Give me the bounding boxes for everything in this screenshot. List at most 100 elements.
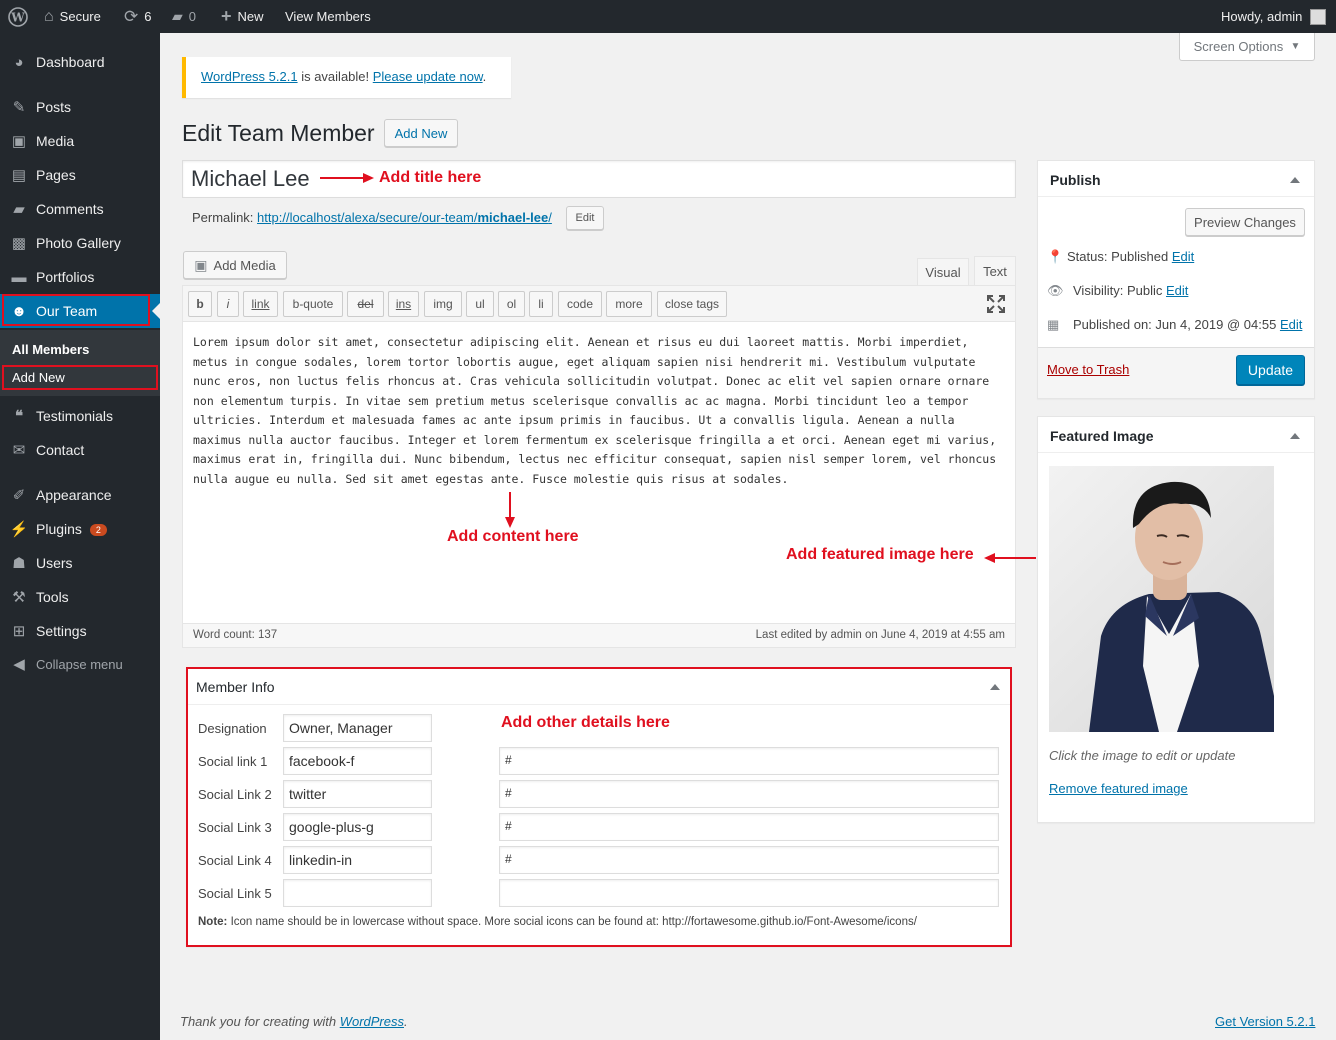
highlight-box-our-team xyxy=(2,294,150,326)
remove-featured-image-link[interactable]: Remove featured image xyxy=(1049,781,1188,796)
featured-image-title[interactable]: Featured Image xyxy=(1038,417,1314,453)
quicktag-close-tags-button[interactable]: close tags xyxy=(657,291,727,317)
editor-textarea[interactable]: Lorem ipsum dolor sit amet, consectetur … xyxy=(193,333,1008,613)
quicktag-ol-button[interactable]: ol xyxy=(498,291,525,317)
social-link-4-icon-input[interactable]: linkedin-in xyxy=(283,846,432,874)
sidebar-item-posts[interactable]: ✎ Posts xyxy=(0,90,160,124)
quicktag-bold-button[interactable]: b xyxy=(188,291,212,317)
collapse-arrow-icon[interactable] xyxy=(990,684,1000,690)
designation-label: Designation xyxy=(198,721,267,736)
social-link-5-icon-input[interactable] xyxy=(283,879,432,907)
settings-icon: ⊞ xyxy=(12,623,26,640)
social-link-2-icon-input[interactable]: twitter xyxy=(283,780,432,808)
sidebar-item-testimonials[interactable]: ❝ Testimonials xyxy=(0,399,160,433)
quicktag-del-button[interactable]: del xyxy=(347,291,384,317)
my-account[interactable]: Howdy, admin xyxy=(1221,0,1327,33)
collapse-arrow-icon[interactable] xyxy=(1290,433,1300,439)
social-link-2-url-input[interactable]: # xyxy=(499,780,999,808)
submenu-all-members[interactable]: All Members xyxy=(12,342,89,357)
visibility-edit-link[interactable]: Edit xyxy=(1166,283,1188,298)
member-info-divider xyxy=(188,704,1010,705)
sidebar-item-plugins[interactable]: ⚡ Plugins 2 xyxy=(0,512,160,546)
media-icon: ▣ xyxy=(11,133,27,150)
social-link-1-url-input[interactable]: # xyxy=(499,747,999,775)
new-content-link[interactable]: + New xyxy=(221,0,264,33)
mail-icon: ✉ xyxy=(12,442,26,459)
sidebar-item-tools[interactable]: ⚒ Tools xyxy=(0,580,160,614)
arrow-left-icon xyxy=(984,553,1036,563)
move-to-trash-link[interactable]: Move to Trash xyxy=(1047,362,1129,377)
quicktag-img-button[interactable]: img xyxy=(424,291,462,317)
designation-input[interactable]: Owner, Manager xyxy=(283,714,432,742)
member-info-title[interactable]: Member Info xyxy=(188,669,1010,705)
site-name-link[interactable]: ⌂ Secure xyxy=(44,0,101,33)
view-members-link[interactable]: View Members xyxy=(285,0,371,33)
updates-link[interactable]: ⟳ 6 xyxy=(124,0,151,33)
tab-visual[interactable]: Visual xyxy=(917,258,969,286)
social-link-4-url-input[interactable]: # xyxy=(499,846,999,874)
eye-icon: 👁 xyxy=(1047,283,1064,298)
plugins-update-badge: 2 xyxy=(89,524,107,537)
quicktag-li-button[interactable]: li xyxy=(529,291,553,317)
admin-bar: W ⌂ Secure ⟳ 6 ▰ 0 + New View Members Ho… xyxy=(0,0,1336,33)
fullscreen-icon[interactable] xyxy=(987,295,1005,313)
quicktag-ins-button[interactable]: ins xyxy=(388,291,419,317)
quicktag-bquote-button[interactable]: b-quote xyxy=(283,291,343,317)
sidebar-item-settings[interactable]: ⊞ Settings xyxy=(0,614,160,648)
update-button[interactable]: Update xyxy=(1236,355,1305,385)
social-link-4-label: Social Link 4 xyxy=(198,853,272,868)
preview-changes-button[interactable]: Preview Changes xyxy=(1185,208,1305,236)
sidebar-item-users[interactable]: ☗ Users xyxy=(0,546,160,580)
sidebar-item-media[interactable]: ▣ Media xyxy=(0,124,160,158)
quicktag-ul-button[interactable]: ul xyxy=(466,291,494,317)
social-link-1-icon-input[interactable]: facebook-f xyxy=(283,747,432,775)
annotation-content: Add content here xyxy=(447,528,579,545)
date-edit-link[interactable]: Edit xyxy=(1280,317,1302,332)
plugin-icon: ⚡ xyxy=(9,521,29,538)
collapse-arrow-icon[interactable] xyxy=(1290,177,1300,183)
wordpress-version-link[interactable]: WordPress 5.2.1 xyxy=(201,69,298,84)
comment-icon: ▰ xyxy=(172,8,183,24)
annotation-details: Add other details here xyxy=(501,714,670,731)
add-new-button[interactable]: Add New xyxy=(384,119,458,147)
editor-status-bar: Word count: 137 Last edited by admin on … xyxy=(183,623,1015,647)
avatar xyxy=(1310,8,1327,25)
screen-options-button[interactable]: Screen Options ▼ xyxy=(1179,33,1315,61)
comments-link[interactable]: ▰ 0 xyxy=(172,0,196,33)
home-icon: ⌂ xyxy=(44,7,54,25)
quicktag-more-button[interactable]: more xyxy=(606,291,652,317)
sidebar-item-comments[interactable]: ▰ Comments xyxy=(0,192,160,226)
sidebar-item-contact[interactable]: ✉ Contact xyxy=(0,433,160,467)
featured-image[interactable] xyxy=(1049,466,1274,732)
user-icon: ☗ xyxy=(12,555,26,572)
sidebar-item-pages[interactable]: ▤ Pages xyxy=(0,158,160,192)
social-link-3-icon-input[interactable]: google-plus-g xyxy=(283,813,432,841)
collapse-menu-button[interactable]: ◀ Collapse menu xyxy=(0,647,160,681)
social-link-3-url-input[interactable]: # xyxy=(499,813,999,841)
title-input[interactable]: Michael Lee xyxy=(182,160,1016,198)
social-link-5-url-input[interactable] xyxy=(499,879,999,907)
social-link-1-label: Social link 1 xyxy=(198,754,268,769)
sidebar-item-portfolios[interactable]: ▬ Portfolios xyxy=(0,260,160,294)
permalink-edit-button[interactable]: Edit xyxy=(566,206,604,230)
update-now-link[interactable]: Please update now xyxy=(373,69,483,84)
sidebar-item-photo-gallery[interactable]: ▩ Photo Gallery xyxy=(0,226,160,260)
get-version-link[interactable]: Get Version 5.2.1 xyxy=(1215,1014,1315,1029)
sidebar-item-dashboard[interactable]: ◕ Dashboard xyxy=(0,45,160,79)
permalink-link[interactable]: http://localhost/alexa/secure/our-team/m… xyxy=(257,210,552,225)
publish-title[interactable]: Publish xyxy=(1038,161,1314,197)
brush-icon: ✐ xyxy=(12,487,26,504)
wordpress-logo-icon[interactable]: W xyxy=(8,0,28,33)
portrait-photo xyxy=(1089,481,1274,732)
wrench-icon: ⚒ xyxy=(12,589,26,606)
quicktag-code-button[interactable]: code xyxy=(558,291,602,317)
footer-wordpress-link[interactable]: WordPress xyxy=(340,1014,404,1029)
add-media-icon: ▣ xyxy=(194,256,208,273)
quicktag-italic-button[interactable]: i xyxy=(217,291,239,317)
status-edit-link[interactable]: Edit xyxy=(1172,249,1194,264)
tab-text[interactable]: Text xyxy=(974,256,1016,286)
quicktag-link-button[interactable]: link xyxy=(243,291,278,317)
social-link-2-label: Social Link 2 xyxy=(198,787,272,802)
add-media-button[interactable]: ▣ Add Media xyxy=(183,251,287,279)
sidebar-item-appearance[interactable]: ✐ Appearance xyxy=(0,478,160,512)
